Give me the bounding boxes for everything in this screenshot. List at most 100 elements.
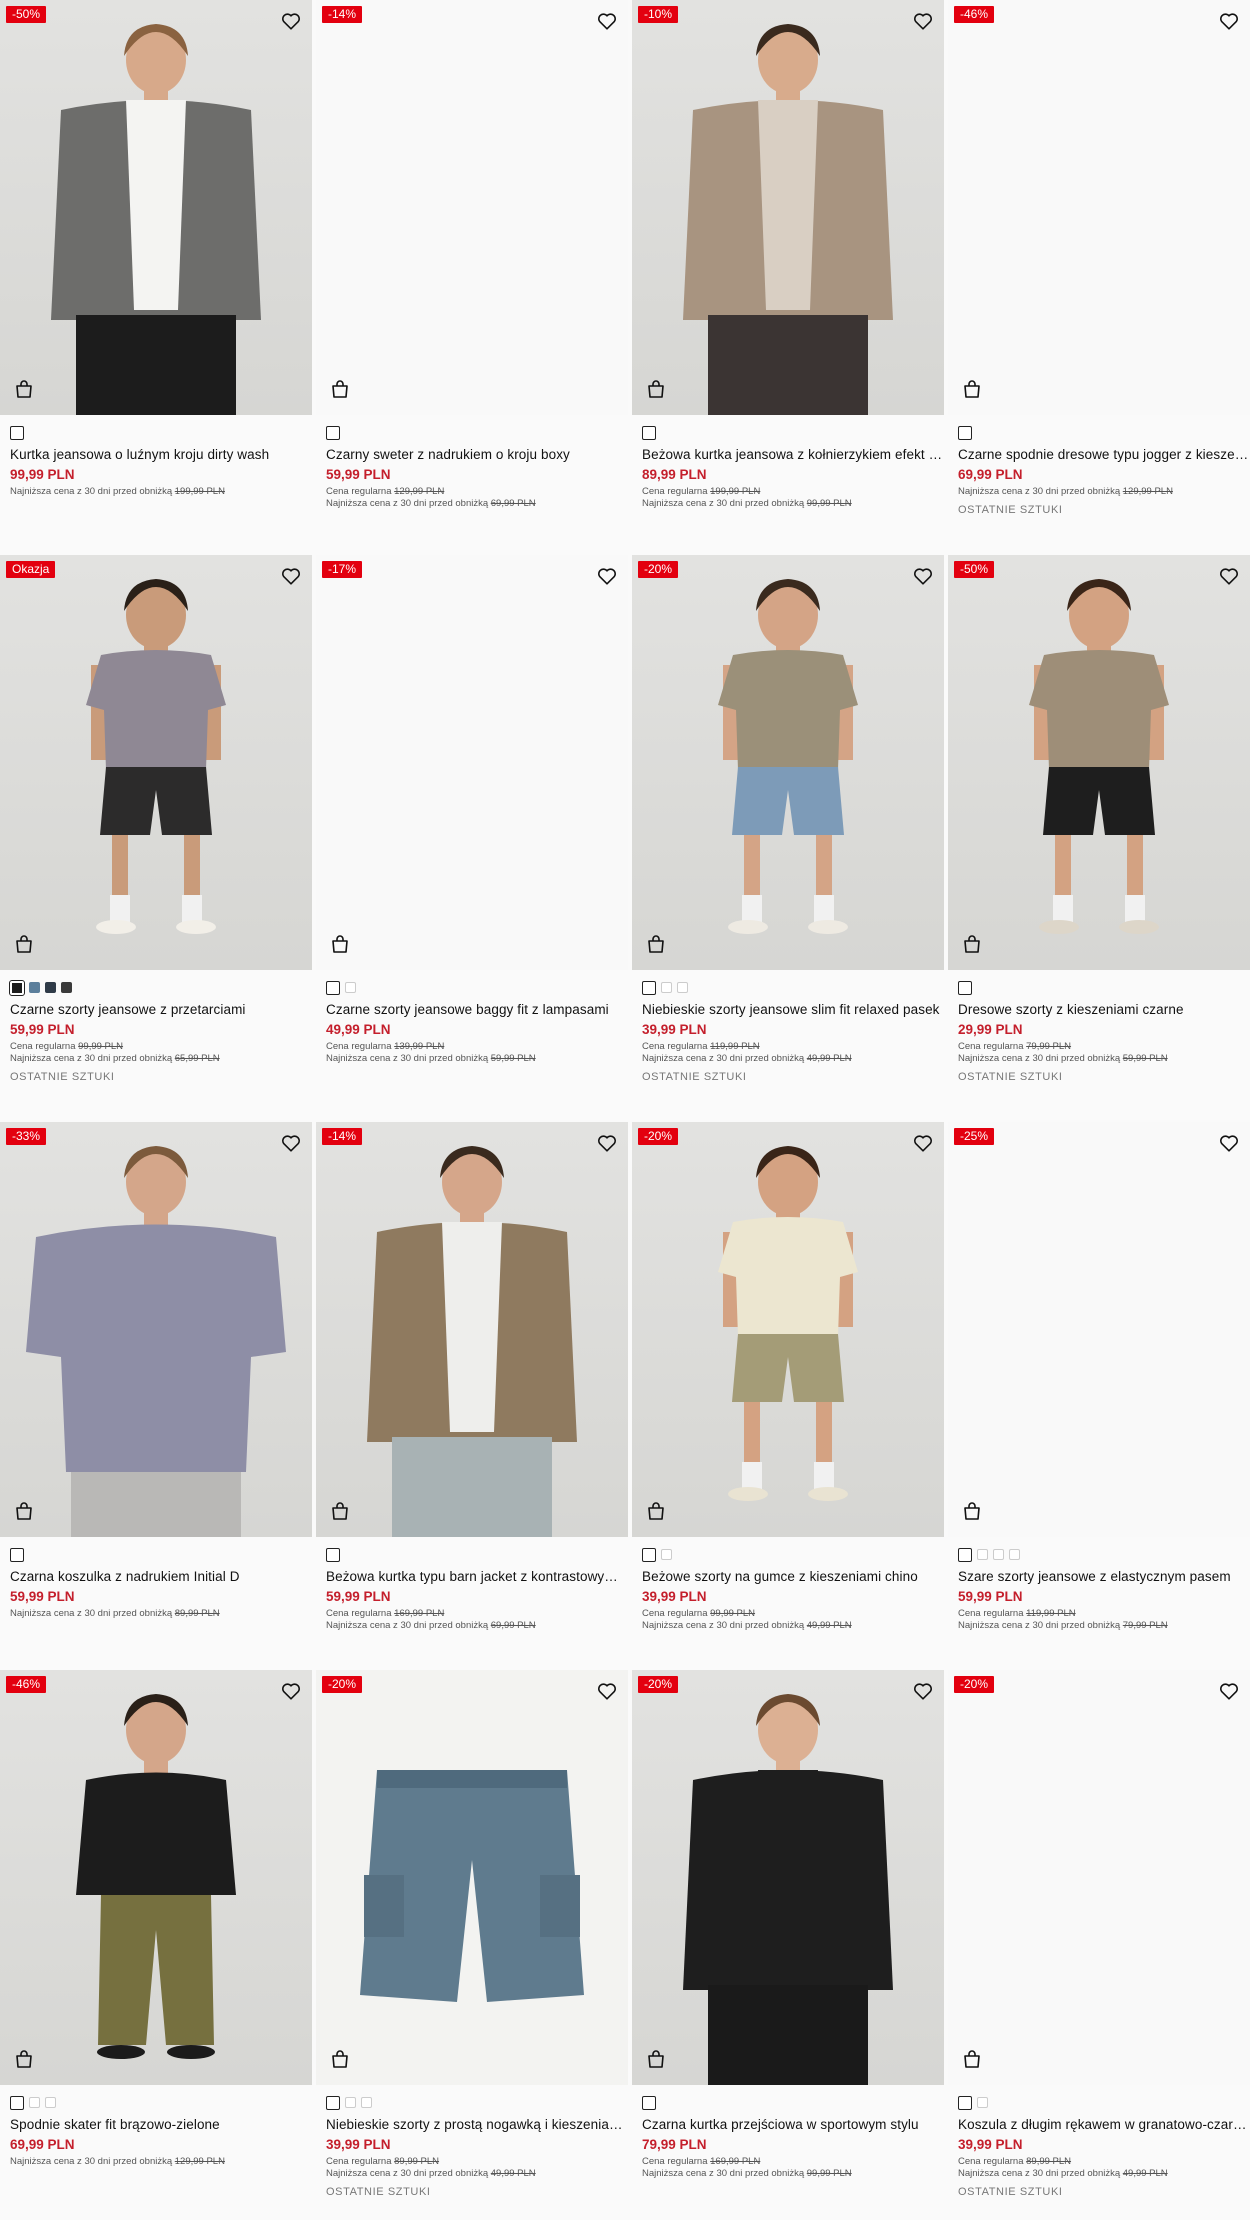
product-image[interactable]: -33% xyxy=(0,1122,312,1537)
product-image[interactable]: Okazja xyxy=(0,555,312,970)
color-swatch[interactable] xyxy=(677,982,688,993)
color-swatch[interactable] xyxy=(326,980,340,995)
product-image[interactable]: -46% xyxy=(0,1670,312,2085)
shopping-bag-icon[interactable] xyxy=(644,2047,668,2071)
color-swatch[interactable] xyxy=(642,1547,656,1562)
product-image[interactable]: -20% xyxy=(316,1670,628,2085)
shopping-bag-icon[interactable] xyxy=(328,932,352,956)
product-name[interactable]: Kurtka jeansowa o luźnym kroju dirty was… xyxy=(0,447,312,462)
product-image[interactable]: -10% xyxy=(632,0,944,415)
product-name[interactable]: Czarna kurtka przejściowa w sportowym st… xyxy=(632,2117,944,2132)
product-name[interactable]: Spodnie skater fit brązowo-zielone xyxy=(0,2117,312,2132)
heart-icon[interactable] xyxy=(1218,10,1240,32)
product-name[interactable]: Czarne szorty jeansowe baggy fit z lampa… xyxy=(316,1002,628,1017)
shopping-bag-icon[interactable] xyxy=(960,932,984,956)
product-name[interactable]: Czarna koszulka z nadrukiem Initial D xyxy=(0,1569,312,1584)
color-swatch[interactable] xyxy=(958,1547,972,1562)
shopping-bag-icon[interactable] xyxy=(328,2047,352,2071)
color-swatch[interactable] xyxy=(10,425,24,440)
lowest-price-line: Najniższa cena z 30 dni przed obniżką 49… xyxy=(632,1620,944,1632)
color-swatch[interactable] xyxy=(10,2095,24,2110)
product-name[interactable]: Niebieskie szorty z prostą nogawką i kie… xyxy=(316,2117,628,2132)
shopping-bag-icon[interactable] xyxy=(328,377,352,401)
shopping-bag-icon[interactable] xyxy=(12,932,36,956)
product-info: Koszula z długim rękawem w granatowo-cza… xyxy=(948,2093,1250,2198)
shopping-bag-icon[interactable] xyxy=(328,1499,352,1523)
color-swatch[interactable] xyxy=(326,2095,340,2110)
color-swatch[interactable] xyxy=(642,980,656,995)
color-swatch[interactable] xyxy=(9,979,25,996)
heart-icon[interactable] xyxy=(596,565,618,587)
product-name[interactable]: Koszula z długim rękawem w granatowo-cza… xyxy=(948,2117,1250,2132)
product-image[interactable]: -50% xyxy=(948,555,1250,970)
discount-badge: -50% xyxy=(6,6,47,23)
heart-icon[interactable] xyxy=(596,10,618,32)
shopping-bag-icon[interactable] xyxy=(12,377,36,401)
heart-icon[interactable] xyxy=(596,1680,618,1702)
lowest-price-label: Najniższa cena z 30 dni przed obniżką xyxy=(326,2168,489,2179)
product-name[interactable]: Beżowa kurtka jeansowa z kołnierzykiem e… xyxy=(632,447,944,462)
color-swatch[interactable] xyxy=(958,2095,972,2110)
product-image[interactable]: -17% xyxy=(316,555,628,970)
product-name[interactable]: Beżowa kurtka typu barn jacket z kontras… xyxy=(316,1569,628,1584)
shopping-bag-icon[interactable] xyxy=(12,1499,36,1523)
heart-icon[interactable] xyxy=(912,1132,934,1154)
product-image[interactable]: -46% xyxy=(948,0,1250,415)
product-image[interactable]: -14% xyxy=(316,0,628,415)
product-image[interactable]: -25% xyxy=(948,1122,1250,1537)
color-swatch[interactable] xyxy=(326,1547,340,1562)
color-swatch[interactable] xyxy=(661,982,672,993)
shopping-bag-icon[interactable] xyxy=(644,377,668,401)
product-name[interactable]: Czarny sweter z nadrukiem o kroju boxy xyxy=(316,447,628,462)
product-name[interactable]: Szare szorty jeansowe z elastycznym pase… xyxy=(948,1569,1250,1584)
heart-icon[interactable] xyxy=(912,1680,934,1702)
color-swatch[interactable] xyxy=(958,980,972,995)
color-swatch[interactable] xyxy=(29,2097,40,2108)
color-swatch[interactable] xyxy=(642,2095,656,2110)
color-swatch[interactable] xyxy=(361,2097,372,2108)
product-name[interactable]: Czarne spodnie dresowe typu jogger z kie… xyxy=(948,447,1250,462)
product-name[interactable]: Dresowe szorty z kieszeniami czarne xyxy=(948,1002,1250,1017)
color-swatch[interactable] xyxy=(993,1549,1004,1560)
shopping-bag-icon[interactable] xyxy=(960,2047,984,2071)
color-swatch[interactable] xyxy=(326,425,340,440)
heart-icon[interactable] xyxy=(1218,1680,1240,1702)
product-image[interactable]: -20% xyxy=(948,1670,1250,2085)
heart-icon[interactable] xyxy=(280,565,302,587)
color-swatch[interactable] xyxy=(1009,1549,1020,1560)
product-image[interactable]: -20% xyxy=(632,1122,944,1537)
product-image[interactable]: -20% xyxy=(632,555,944,970)
heart-icon[interactable] xyxy=(1218,565,1240,587)
color-swatch[interactable] xyxy=(45,982,56,993)
color-swatch[interactable] xyxy=(958,425,972,440)
product-name[interactable]: Niebieskie szorty jeansowe slim fit rela… xyxy=(632,1002,944,1017)
color-swatch[interactable] xyxy=(345,2097,356,2108)
product-name[interactable]: Czarne szorty jeansowe z przetarciami xyxy=(0,1002,312,1017)
color-swatch[interactable] xyxy=(61,982,72,993)
color-swatch[interactable] xyxy=(642,425,656,440)
heart-icon[interactable] xyxy=(912,10,934,32)
heart-icon[interactable] xyxy=(280,1132,302,1154)
shopping-bag-icon[interactable] xyxy=(644,1499,668,1523)
heart-icon[interactable] xyxy=(1218,1132,1240,1154)
color-swatch[interactable] xyxy=(45,2097,56,2108)
color-swatch[interactable] xyxy=(345,982,356,993)
heart-icon[interactable] xyxy=(280,10,302,32)
shopping-bag-icon[interactable] xyxy=(12,2047,36,2071)
color-swatch[interactable] xyxy=(10,1547,24,1562)
heart-icon[interactable] xyxy=(280,1680,302,1702)
product-image[interactable]: -50% xyxy=(0,0,312,415)
product-photo xyxy=(367,1146,577,1537)
shopping-bag-icon[interactable] xyxy=(644,932,668,956)
product-image[interactable]: -20% xyxy=(632,1670,944,2085)
shopping-bag-icon[interactable] xyxy=(960,1499,984,1523)
color-swatch[interactable] xyxy=(661,1549,672,1560)
heart-icon[interactable] xyxy=(912,565,934,587)
product-name[interactable]: Beżowe szorty na gumce z kieszeniami chi… xyxy=(632,1569,944,1584)
product-image[interactable]: -14% xyxy=(316,1122,628,1537)
shopping-bag-icon[interactable] xyxy=(960,377,984,401)
color-swatch[interactable] xyxy=(977,1549,988,1560)
heart-icon[interactable] xyxy=(596,1132,618,1154)
color-swatch[interactable] xyxy=(29,982,40,993)
color-swatch[interactable] xyxy=(977,2097,988,2108)
